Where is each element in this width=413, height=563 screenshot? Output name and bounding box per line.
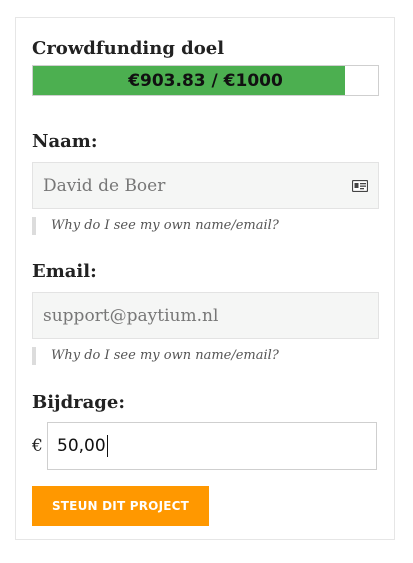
name-field[interactable]: David de Boer: [32, 162, 379, 209]
currency-symbol: €: [32, 436, 43, 456]
email-field-value: support@paytium.nl: [43, 305, 219, 326]
id-card-icon[interactable]: [352, 180, 368, 192]
support-project-button[interactable]: STEUN DIT PROJECT: [32, 486, 209, 526]
goal-progress-text: €903.83 / €1000: [128, 70, 283, 91]
goal-progress-bar: €903.83 / €1000: [32, 65, 379, 96]
crowdfunding-form: Crowdfunding doel €903.83 / €1000 Naam: …: [15, 17, 395, 540]
name-hint: Why do I see my own name/email?: [32, 217, 372, 235]
name-field-value: David de Boer: [43, 175, 166, 196]
email-label: Email:: [32, 261, 97, 282]
amount-value: 50,00: [57, 436, 106, 456]
email-hint: Why do I see my own name/email?: [32, 347, 372, 365]
amount-label: Bijdrage:: [32, 392, 125, 413]
name-label: Naam:: [32, 131, 98, 152]
email-field[interactable]: support@paytium.nl: [32, 292, 379, 339]
amount-input[interactable]: 50,00: [47, 422, 377, 470]
goal-title: Crowdfunding doel: [32, 38, 225, 59]
text-caret: [106, 435, 108, 457]
